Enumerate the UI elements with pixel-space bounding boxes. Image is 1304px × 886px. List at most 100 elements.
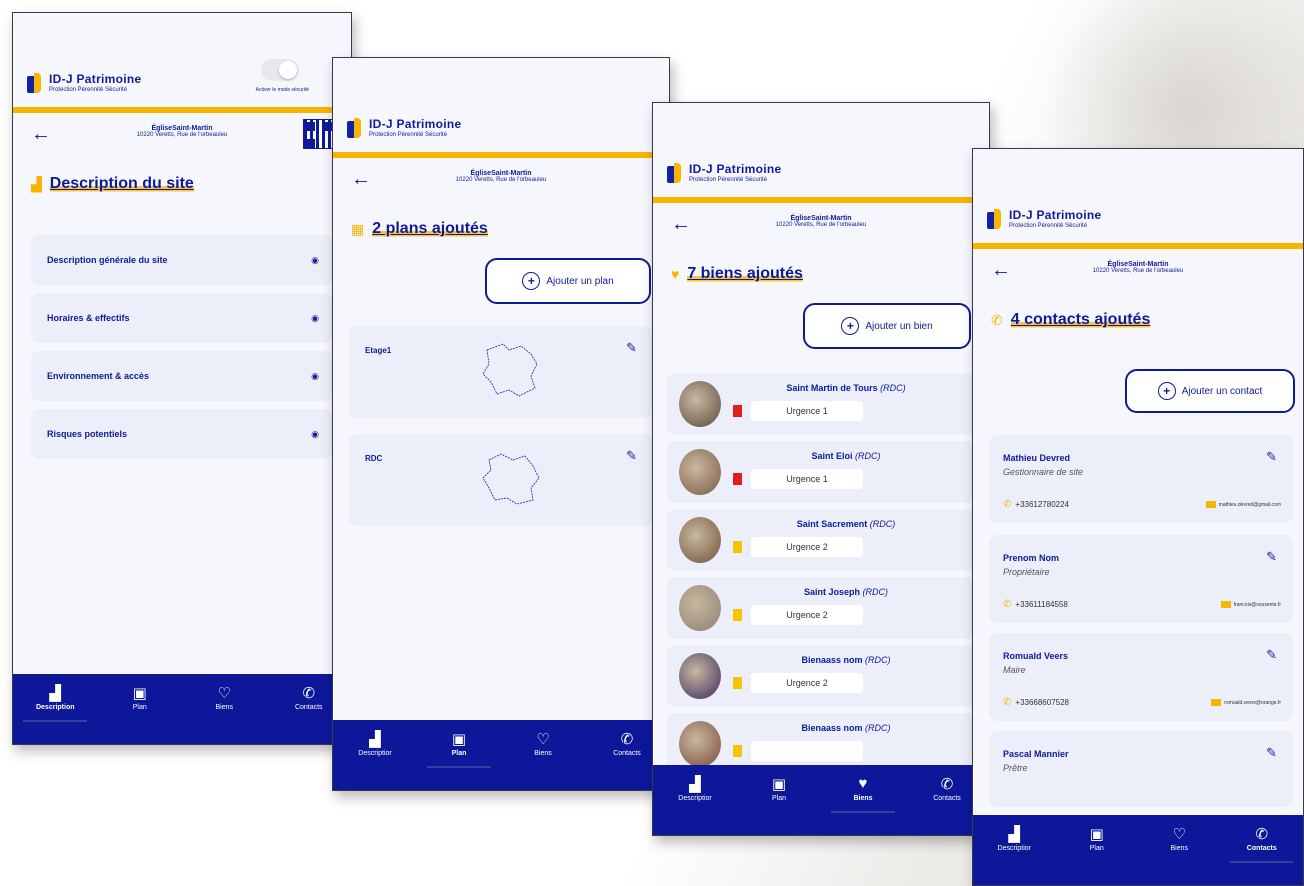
- phone-icon: ✆: [1255, 826, 1269, 843]
- urgency-flag-icon: [733, 745, 742, 757]
- edit-pencil-icon[interactable]: ✎: [626, 448, 637, 464]
- edit-pencil-icon[interactable]: ✎: [1266, 647, 1277, 663]
- urgency-badge: Urgence 2: [751, 537, 863, 557]
- contact-card[interactable]: Prenom Nom Propriétaire ✎ ✆ +33611184558 fran…: [989, 535, 1293, 623]
- edit-pencil-icon[interactable]: ✎: [1266, 549, 1277, 565]
- contact-phone[interactable]: ✆ +33611184558: [1003, 599, 1068, 610]
- contact-email[interactable]: francois@sousente.fr: [1220, 601, 1281, 608]
- urgency-badge: [751, 741, 863, 761]
- contact-role: Maire: [1003, 665, 1026, 675]
- plan-icon: ▦: [351, 220, 365, 237]
- contact-role: Prêtre: [1003, 763, 1028, 773]
- brand-tagline: Protection Pérennité Sécurité: [689, 177, 768, 183]
- edit-pencil-icon[interactable]: ✎: [626, 340, 637, 356]
- bien-name: Bienaass nom (RDC): [801, 655, 891, 665]
- bien-photo: [679, 381, 721, 427]
- edit-pencil-icon[interactable]: ✎: [1266, 449, 1277, 465]
- bottom-nav: ▟ Descriptior ▣ Plan ♡ Biens ✆ Contacts: [333, 720, 669, 790]
- brand-tagline: Protection Pérennité Sécurité: [1009, 223, 1088, 229]
- contact-name: Prenom Nom: [1003, 553, 1060, 563]
- app-header: ID-J Patrimoine Protection Pérennité Séc…: [973, 149, 1303, 249]
- site-name: ÉgliseSaint-Martin: [790, 215, 852, 222]
- contact-email[interactable]: mathieu.devred@gmail.com: [1205, 501, 1281, 508]
- nav-plan[interactable]: ▣ Plan: [98, 674, 183, 744]
- bien-card[interactable]: Saint Eloi (RDC) Urgence 1: [667, 441, 975, 503]
- contact-card[interactable]: Romuald Veers Maire ✎ ✆ +33668607528 romuald.…: [989, 633, 1293, 721]
- bien-name: Bienaass nom (RDC): [801, 723, 891, 733]
- contact-phone[interactable]: ✆ +33668607528: [1003, 697, 1069, 708]
- urgency-badge: Urgence 2: [751, 673, 863, 693]
- toggle-label: Activer le mode sécurité: [255, 87, 309, 93]
- bottom-nav: ▟ Descriptior ▣ Plan ♥ Biens ✆ Contacts: [653, 765, 989, 835]
- plus-circle-icon: +: [522, 272, 541, 290]
- site-address: 10220 Veretts, Rue de l'orbeauleu: [775, 222, 867, 228]
- desc-item-general[interactable]: Description générale du site ◉: [31, 235, 333, 285]
- heart-icon: ♥: [858, 775, 868, 792]
- edit-pencil-icon[interactable]: ✎: [1266, 745, 1277, 761]
- contact-card[interactable]: Pascal Mannier Prêtre ✎: [989, 731, 1293, 807]
- contact-email[interactable]: romuald.veers@orange.fr: [1211, 699, 1281, 706]
- bien-card[interactable]: Saint Sacrement (RDC) Urgence 2: [667, 509, 975, 571]
- brand-title: ID-J Patrimoine: [369, 117, 462, 131]
- nav-plan[interactable]: ▣ Plan: [1056, 815, 1139, 885]
- desc-item-horaires[interactable]: Horaires & effectifs ◉: [31, 293, 333, 343]
- church-icon: ▟: [31, 175, 42, 192]
- add-plan-button[interactable]: + Ajouter un plan: [485, 258, 651, 304]
- logo-icon: [27, 72, 41, 93]
- bien-card[interactable]: Saint Martin de Tours (RDC) Urgence 1: [667, 373, 975, 435]
- description-list: Description générale du site ◉ Horaires &…: [13, 235, 351, 459]
- site-address: 10220 Veretts, Rue de l'orbeauleu: [136, 132, 228, 138]
- nav-contacts[interactable]: ✆ Contacts: [1221, 815, 1304, 885]
- page-title: ♥ 7 biens ajoutés: [671, 265, 989, 283]
- bien-card[interactable]: Saint Joseph (RDC) Urgence 2: [667, 577, 975, 639]
- nav-biens[interactable]: ♡ Biens: [1138, 815, 1221, 885]
- nav-description[interactable]: ▟ Descriptior: [973, 815, 1056, 885]
- brand-tagline: Protection Pérennité Sécurité: [369, 132, 448, 138]
- brand-tagline: Protection Pérennité Sécurité: [49, 87, 128, 93]
- screen-contacts: ID-J Patrimoine Protection Pérennité Séc…: [972, 148, 1304, 886]
- phone-icon: ✆: [1003, 697, 1012, 708]
- bien-card[interactable]: Bienaass nom (RDC) Urgence 2: [667, 645, 975, 707]
- nav-biens[interactable]: ♡ Biens: [501, 720, 585, 790]
- nav-plan[interactable]: ▣ Plan: [417, 720, 501, 790]
- nav-biens[interactable]: ♥ Biens: [821, 765, 905, 835]
- add-contact-button[interactable]: + Ajouter un contact: [1125, 369, 1295, 413]
- church-icon: ▟: [689, 776, 701, 793]
- app-header: ID-J Patrimoine Protection Pérennité Séc…: [653, 103, 989, 203]
- add-bien-button[interactable]: + Ajouter un bien: [803, 303, 971, 349]
- bien-name: Saint Martin de Tours (RDC): [786, 383, 906, 393]
- nav-description[interactable]: ▟ Descriptior: [653, 765, 737, 835]
- page-title-text: Description du site: [49, 175, 194, 193]
- site-info: ÉgliseSaint-Martin 10220 Veretts, Rue de…: [973, 261, 1303, 274]
- phone-icon: ✆: [940, 776, 954, 793]
- urgency-flag-icon: [733, 677, 742, 689]
- desc-item-environnement[interactable]: Environnement & accès ◉: [31, 351, 333, 401]
- plan-icon: ▣: [771, 776, 787, 793]
- plan-card[interactable]: RDC ✎: [349, 434, 653, 526]
- site-name: ÉgliseSaint-Martin: [470, 170, 532, 177]
- contact-phone[interactable]: ✆ +33612780224: [1003, 499, 1069, 510]
- urgency-badge: Urgence 1: [751, 401, 863, 421]
- qr-code-icon[interactable]: [303, 119, 333, 149]
- eye-icon: ◉: [311, 312, 319, 323]
- desc-item-risques[interactable]: Risques potentiels ◉: [31, 409, 333, 459]
- site-address: 10220 Veretts, Rue de l'orbeauleu: [1092, 268, 1184, 274]
- floor-plan-outline: [482, 343, 538, 397]
- plan-card[interactable]: Etage1 ✎: [349, 326, 653, 418]
- contact-card[interactable]: Mathieu Devred Gestionnaire de site ✎ ✆ +336…: [989, 435, 1293, 523]
- heart-icon: ♡: [536, 731, 550, 748]
- nav-description[interactable]: ▟ Descriptior: [333, 720, 417, 790]
- nav-biens[interactable]: ♡ Biens: [182, 674, 267, 744]
- nav-plan[interactable]: ▣ Plan: [737, 765, 821, 835]
- app-header: ID-J Patrimoine Protection Pérennité Séc…: [13, 13, 351, 113]
- site-name: ÉgliseSaint-Martin: [151, 125, 213, 132]
- logo-icon: [347, 117, 361, 138]
- security-mode-toggle[interactable]: [261, 59, 299, 81]
- app-header: ID-J Patrimoine Protection Pérennité Séc…: [333, 58, 669, 158]
- eye-icon: ◉: [311, 370, 319, 381]
- nav-description[interactable]: ▟ Description: [13, 674, 98, 744]
- page-title-text: 7 biens ajoutés: [687, 265, 803, 283]
- phone-icon: ✆: [1003, 599, 1012, 610]
- phone-icon: ✆: [302, 685, 316, 702]
- page-title-text: 2 plans ajoutés: [372, 220, 488, 238]
